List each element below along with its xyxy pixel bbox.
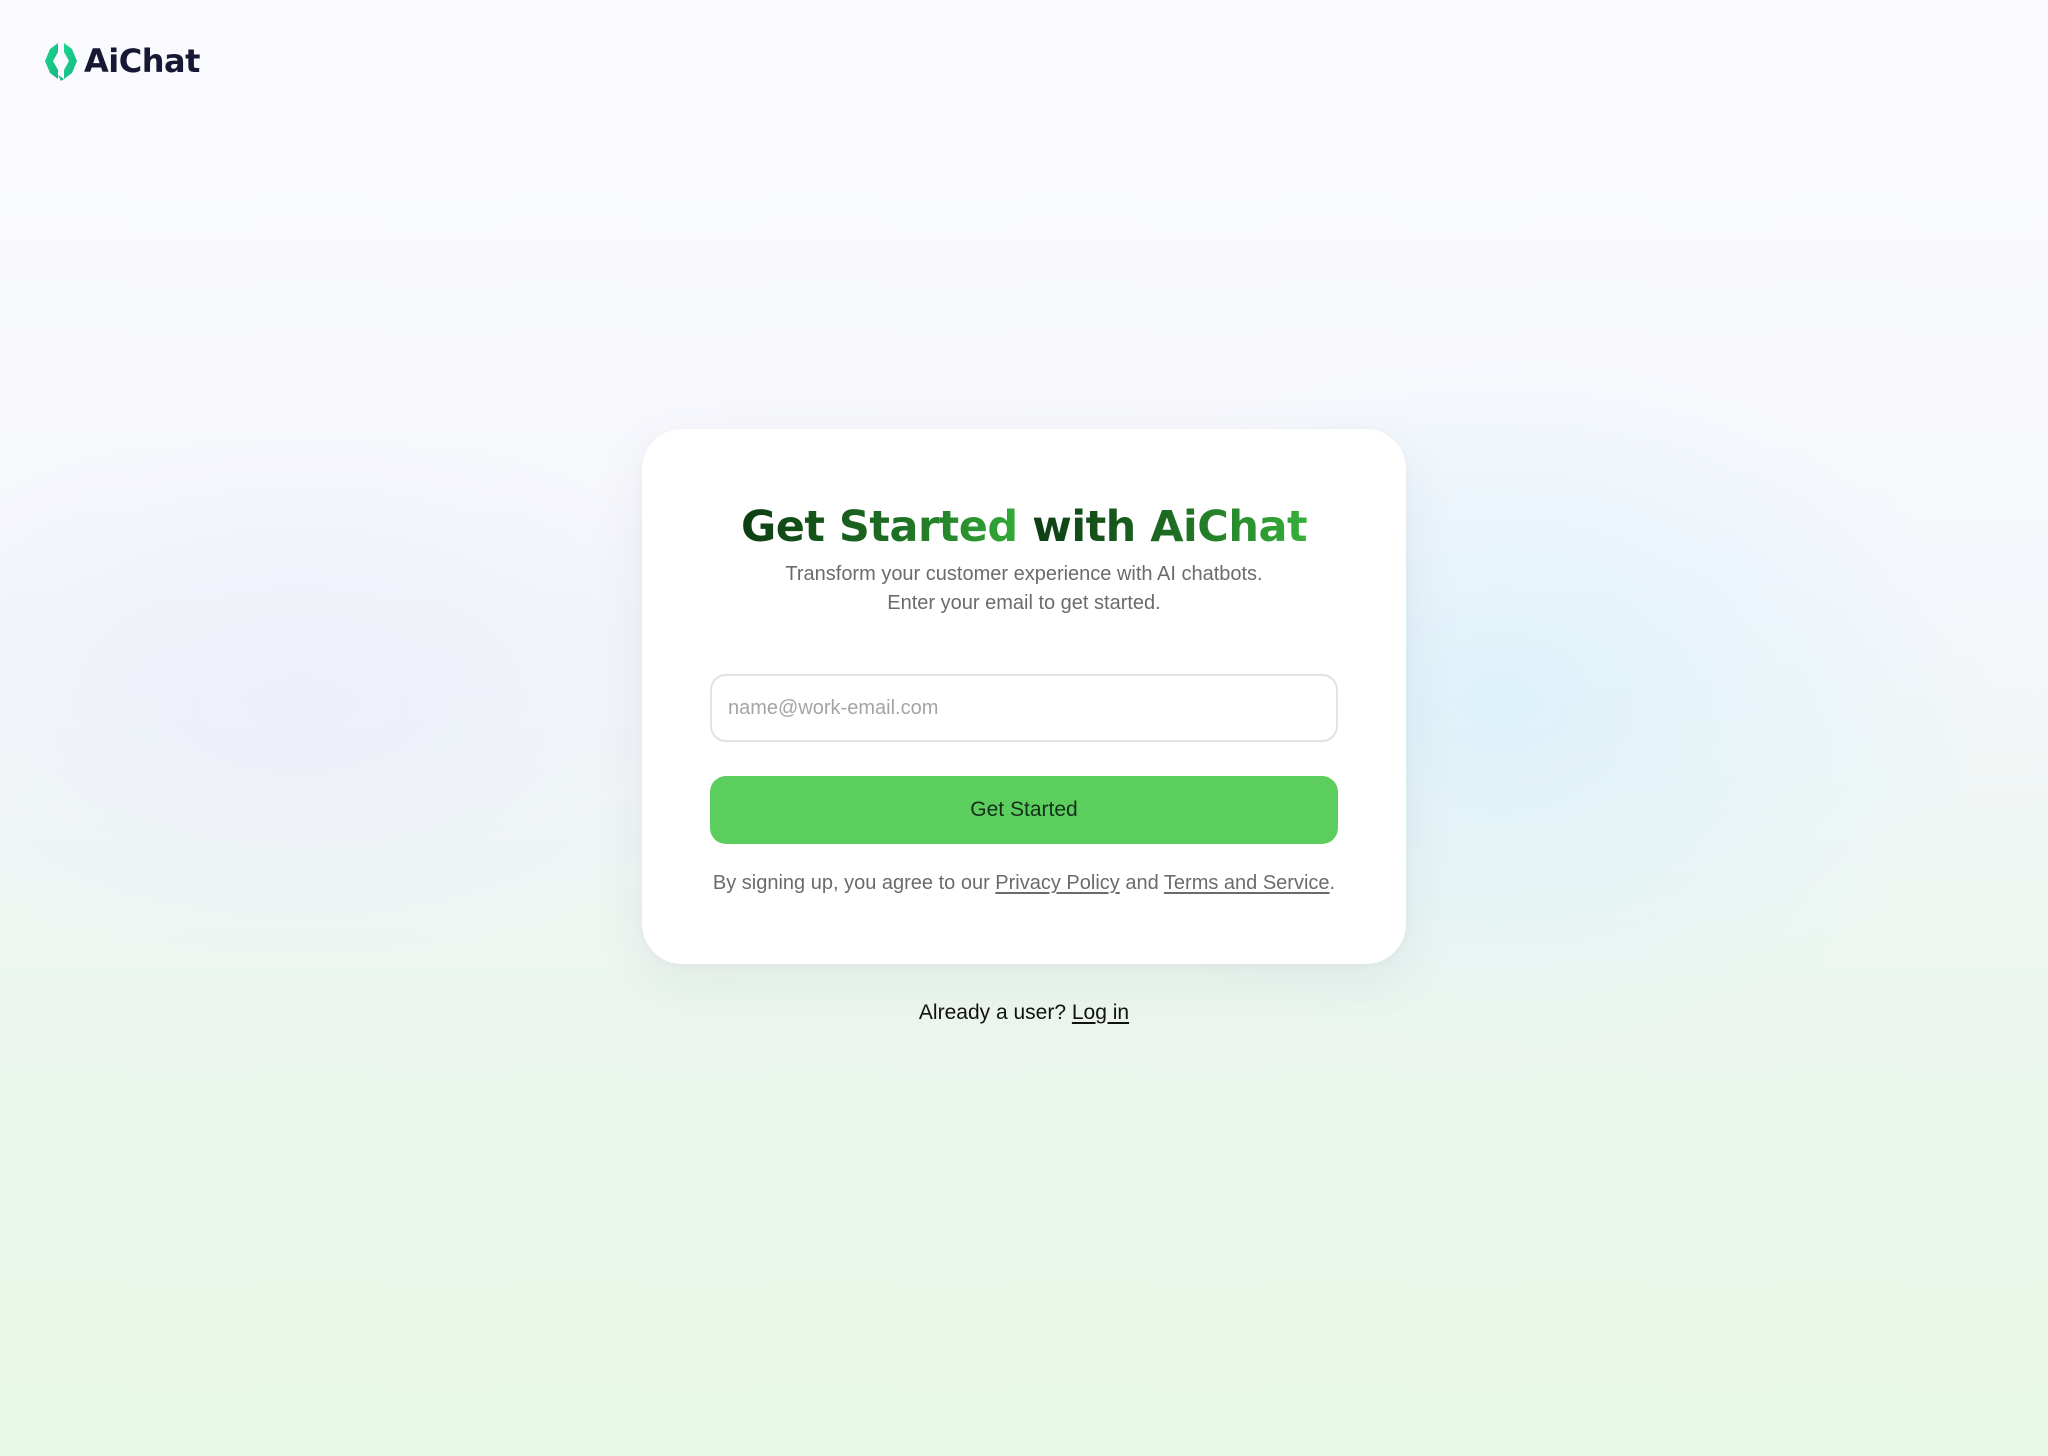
signup-card: Get Started with AiChat Transform your c… bbox=[642, 429, 1406, 964]
page-title-part1: Get Started bbox=[740, 502, 1033, 552]
brand-logo[interactable]: AiChat bbox=[44, 40, 200, 82]
page-title-part2: with AiChat bbox=[1032, 502, 1308, 552]
legal-prefix: By signing up, you agree to our bbox=[712, 872, 996, 894]
subtitle-line-1: Transform your customer experience with … bbox=[785, 563, 1263, 585]
brand-name: AiChat bbox=[84, 42, 200, 80]
legal-suffix: . bbox=[1329, 872, 1336, 894]
login-link[interactable]: Log in bbox=[1072, 1001, 1129, 1024]
login-prompt-text: Already a user? bbox=[918, 1001, 1072, 1024]
legal-and: and bbox=[1119, 872, 1164, 894]
email-field[interactable] bbox=[710, 674, 1338, 742]
terms-of-service-link[interactable]: Terms and Service bbox=[1164, 872, 1330, 894]
page-subtitle: Transform your customer experience with … bbox=[642, 560, 1406, 618]
subtitle-line-2: Enter your email to get started. bbox=[887, 592, 1161, 614]
page-title: Get Started with AiChat bbox=[642, 499, 1406, 555]
legal-notice: By signing up, you agree to our Privacy … bbox=[642, 869, 1406, 897]
login-prompt: Already a user? Log in bbox=[0, 999, 2048, 1027]
get-started-button[interactable]: Get Started bbox=[710, 776, 1338, 844]
aichat-logo-icon bbox=[45, 43, 77, 81]
privacy-policy-link[interactable]: Privacy Policy bbox=[995, 872, 1119, 894]
